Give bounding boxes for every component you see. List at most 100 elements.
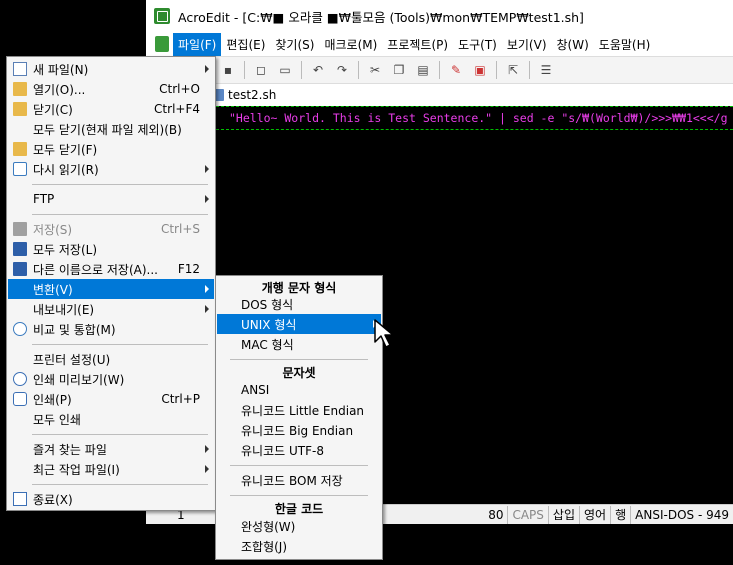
menu-item-label: MAC 형식 bbox=[241, 337, 294, 352]
acroedit-app-icon bbox=[154, 8, 170, 24]
menu-item-label: 유니코드 Big Endian bbox=[241, 423, 354, 438]
paste-icon[interactable]: ▤ bbox=[414, 61, 432, 79]
goto-icon[interactable]: ⇱ bbox=[504, 61, 522, 79]
menu-item-label: 다른 이름으로 저장(A)... bbox=[33, 262, 158, 277]
submenu-arrow-icon bbox=[205, 445, 209, 453]
status-row: 행 bbox=[610, 505, 630, 524]
tab-test2-sh[interactable]: test2.sh bbox=[212, 88, 276, 102]
menu-item-dos-format[interactable]: DOS 형식 bbox=[217, 294, 381, 314]
save-all-icon bbox=[13, 242, 27, 256]
toolbar-separator bbox=[244, 61, 245, 79]
divider-line bbox=[216, 129, 733, 130]
menu-find[interactable]: 찾기(S) bbox=[270, 33, 319, 56]
print-icon bbox=[13, 392, 27, 406]
menu-item-wansung[interactable]: 완성형(W) bbox=[217, 516, 381, 536]
exit-icon bbox=[13, 492, 27, 506]
menu-item-label: 최근 작업 파일(I) bbox=[33, 462, 120, 477]
title-bar: AcroEdit - [C:₩■ 오라클 ■₩툴모음 (Tools)₩mon₩T… bbox=[146, 0, 733, 32]
menu-item-ansi[interactable]: ANSI bbox=[217, 380, 381, 400]
charset-header: 문자셋 bbox=[282, 365, 316, 380]
menu-item-print[interactable]: 인쇄(P) Ctrl+P bbox=[8, 389, 214, 409]
save-as-icon bbox=[13, 262, 27, 276]
menu-separator bbox=[32, 344, 208, 345]
menu-item-printer-setup[interactable]: 프린터 설정(U) bbox=[8, 349, 214, 369]
menu-item-utf8[interactable]: 유니코드 UTF-8 bbox=[217, 440, 381, 460]
menu-item-print-all[interactable]: 모두 인쇄 bbox=[8, 409, 214, 429]
menu-tools[interactable]: 도구(T) bbox=[453, 33, 502, 56]
menu-window[interactable]: 창(W) bbox=[552, 33, 594, 56]
menu-item-compare[interactable]: 비교 및 통합(M) bbox=[8, 319, 214, 339]
status-insert: 삽입 bbox=[547, 505, 579, 524]
folder-open-icon bbox=[13, 82, 27, 96]
menu-item-label: 인쇄(P) bbox=[33, 392, 72, 407]
menu-item-save-all[interactable]: 모두 저장(L) bbox=[8, 239, 214, 259]
menu-edit[interactable]: 편집(E) bbox=[221, 33, 270, 56]
menu-item-label: 다시 읽기(R) bbox=[33, 162, 99, 177]
menu-separator bbox=[32, 214, 208, 215]
menu-item-recent[interactable]: 최근 작업 파일(I) bbox=[8, 459, 214, 479]
document-icon[interactable] bbox=[155, 36, 169, 52]
menu-item-label: 즐겨 찾는 파일 bbox=[33, 442, 107, 457]
menu-item-unicode-be[interactable]: 유니코드 Big Endian bbox=[217, 420, 381, 440]
menu-file[interactable]: 파일(F) bbox=[173, 32, 222, 56]
menu-item-label: 모두 저장(L) bbox=[33, 242, 98, 257]
menu-item-label: 비교 및 통합(M) bbox=[33, 322, 116, 337]
status-column: 80 bbox=[488, 507, 504, 522]
menu-item-label: 변환(V) bbox=[33, 282, 73, 297]
menu-item-mac-format[interactable]: MAC 형식 bbox=[217, 334, 381, 354]
menu-item-johab[interactable]: 조합형(J) bbox=[217, 536, 381, 556]
list-icon[interactable]: ☰ bbox=[537, 61, 555, 79]
refresh-icon bbox=[13, 162, 27, 176]
menu-item-close-all-except[interactable]: 모두 닫기(현재 파일 제외)(B) bbox=[8, 119, 214, 139]
menu-macro[interactable]: 매크로(M) bbox=[319, 33, 382, 56]
menu-item-save[interactable]: 저장(S) Ctrl+S bbox=[8, 219, 214, 239]
menu-item-reload[interactable]: 다시 읽기(R) bbox=[8, 159, 214, 179]
menu-item-label: DOS 형식 bbox=[241, 297, 294, 312]
submenu-arrow-icon bbox=[205, 195, 209, 203]
redo-icon[interactable]: ↷ bbox=[333, 61, 351, 79]
menu-item-close[interactable]: 닫기(C) Ctrl+F4 bbox=[8, 99, 214, 119]
bookmark-icon[interactable]: ▣ bbox=[471, 61, 489, 79]
menu-view[interactable]: 보기(V) bbox=[502, 33, 552, 56]
menu-item-print-preview[interactable]: 인쇄 미리보기(W) bbox=[8, 369, 214, 389]
print-icon[interactable]: ▭ bbox=[276, 61, 294, 79]
menu-item-label: 유니코드 UTF-8 bbox=[241, 443, 324, 458]
menu-item-label: 저장(S) bbox=[33, 222, 73, 237]
menu-item-open[interactable]: 열기(O)... Ctrl+O bbox=[8, 79, 214, 99]
menu-help[interactable]: 도움말(H) bbox=[594, 33, 656, 56]
print-preview-icon[interactable]: ◻ bbox=[252, 61, 270, 79]
menu-item-close-all[interactable]: 모두 닫기(F) bbox=[8, 139, 214, 159]
status-caps: CAPS bbox=[507, 505, 547, 524]
menu-separator bbox=[230, 465, 368, 466]
menu-separator bbox=[230, 359, 368, 360]
menu-item-favorites[interactable]: 즐겨 찾는 파일 bbox=[8, 439, 214, 459]
menu-item-unix-format[interactable]: UNIX 형식 bbox=[217, 314, 381, 334]
copy-icon[interactable]: ❐ bbox=[390, 61, 408, 79]
menu-item-label: 종료(X) bbox=[33, 492, 73, 507]
menu-item-label: 인쇄 미리보기(W) bbox=[33, 372, 125, 387]
save-icon[interactable]: ▪ bbox=[219, 61, 237, 79]
menu-item-save-as[interactable]: 다른 이름으로 저장(A)... F12 bbox=[8, 259, 214, 279]
marker-icon[interactable]: ✎ bbox=[447, 61, 465, 79]
menu-item-new[interactable]: 새 파일(N) bbox=[8, 59, 214, 79]
submenu-arrow-icon bbox=[205, 465, 209, 473]
menu-item-export[interactable]: 내보내기(E) bbox=[8, 299, 214, 319]
undo-icon[interactable]: ↶ bbox=[309, 61, 327, 79]
folder-close-icon bbox=[13, 102, 27, 116]
menu-project[interactable]: 프로젝트(P) bbox=[382, 33, 453, 56]
menu-item-bom[interactable]: 유니코드 BOM 저장 bbox=[217, 470, 381, 490]
menu-item-ftp[interactable]: FTP bbox=[8, 189, 214, 209]
menu-item-label: 새 파일(N) bbox=[33, 62, 89, 77]
menu-item-convert[interactable]: 변환(V) bbox=[8, 279, 214, 299]
folder-icon bbox=[13, 142, 27, 156]
code-line: "Hello~ World. This is Test Sentence." |… bbox=[229, 111, 728, 125]
menu-bar: 파일(F) 편집(E) 찾기(S) 매크로(M) 프로젝트(P) 도구(T) 보… bbox=[146, 32, 733, 56]
cut-icon[interactable]: ✂ bbox=[366, 61, 384, 79]
submenu-arrow-icon bbox=[205, 285, 209, 293]
status-language: 영어 bbox=[579, 505, 610, 524]
menu-separator bbox=[32, 484, 208, 485]
menu-item-exit[interactable]: 종료(X) bbox=[8, 489, 214, 509]
compare-icon bbox=[13, 322, 27, 336]
shortcut-label: Ctrl+F4 bbox=[154, 102, 200, 116]
menu-item-unicode-le[interactable]: 유니코드 Little Endian bbox=[217, 400, 381, 420]
